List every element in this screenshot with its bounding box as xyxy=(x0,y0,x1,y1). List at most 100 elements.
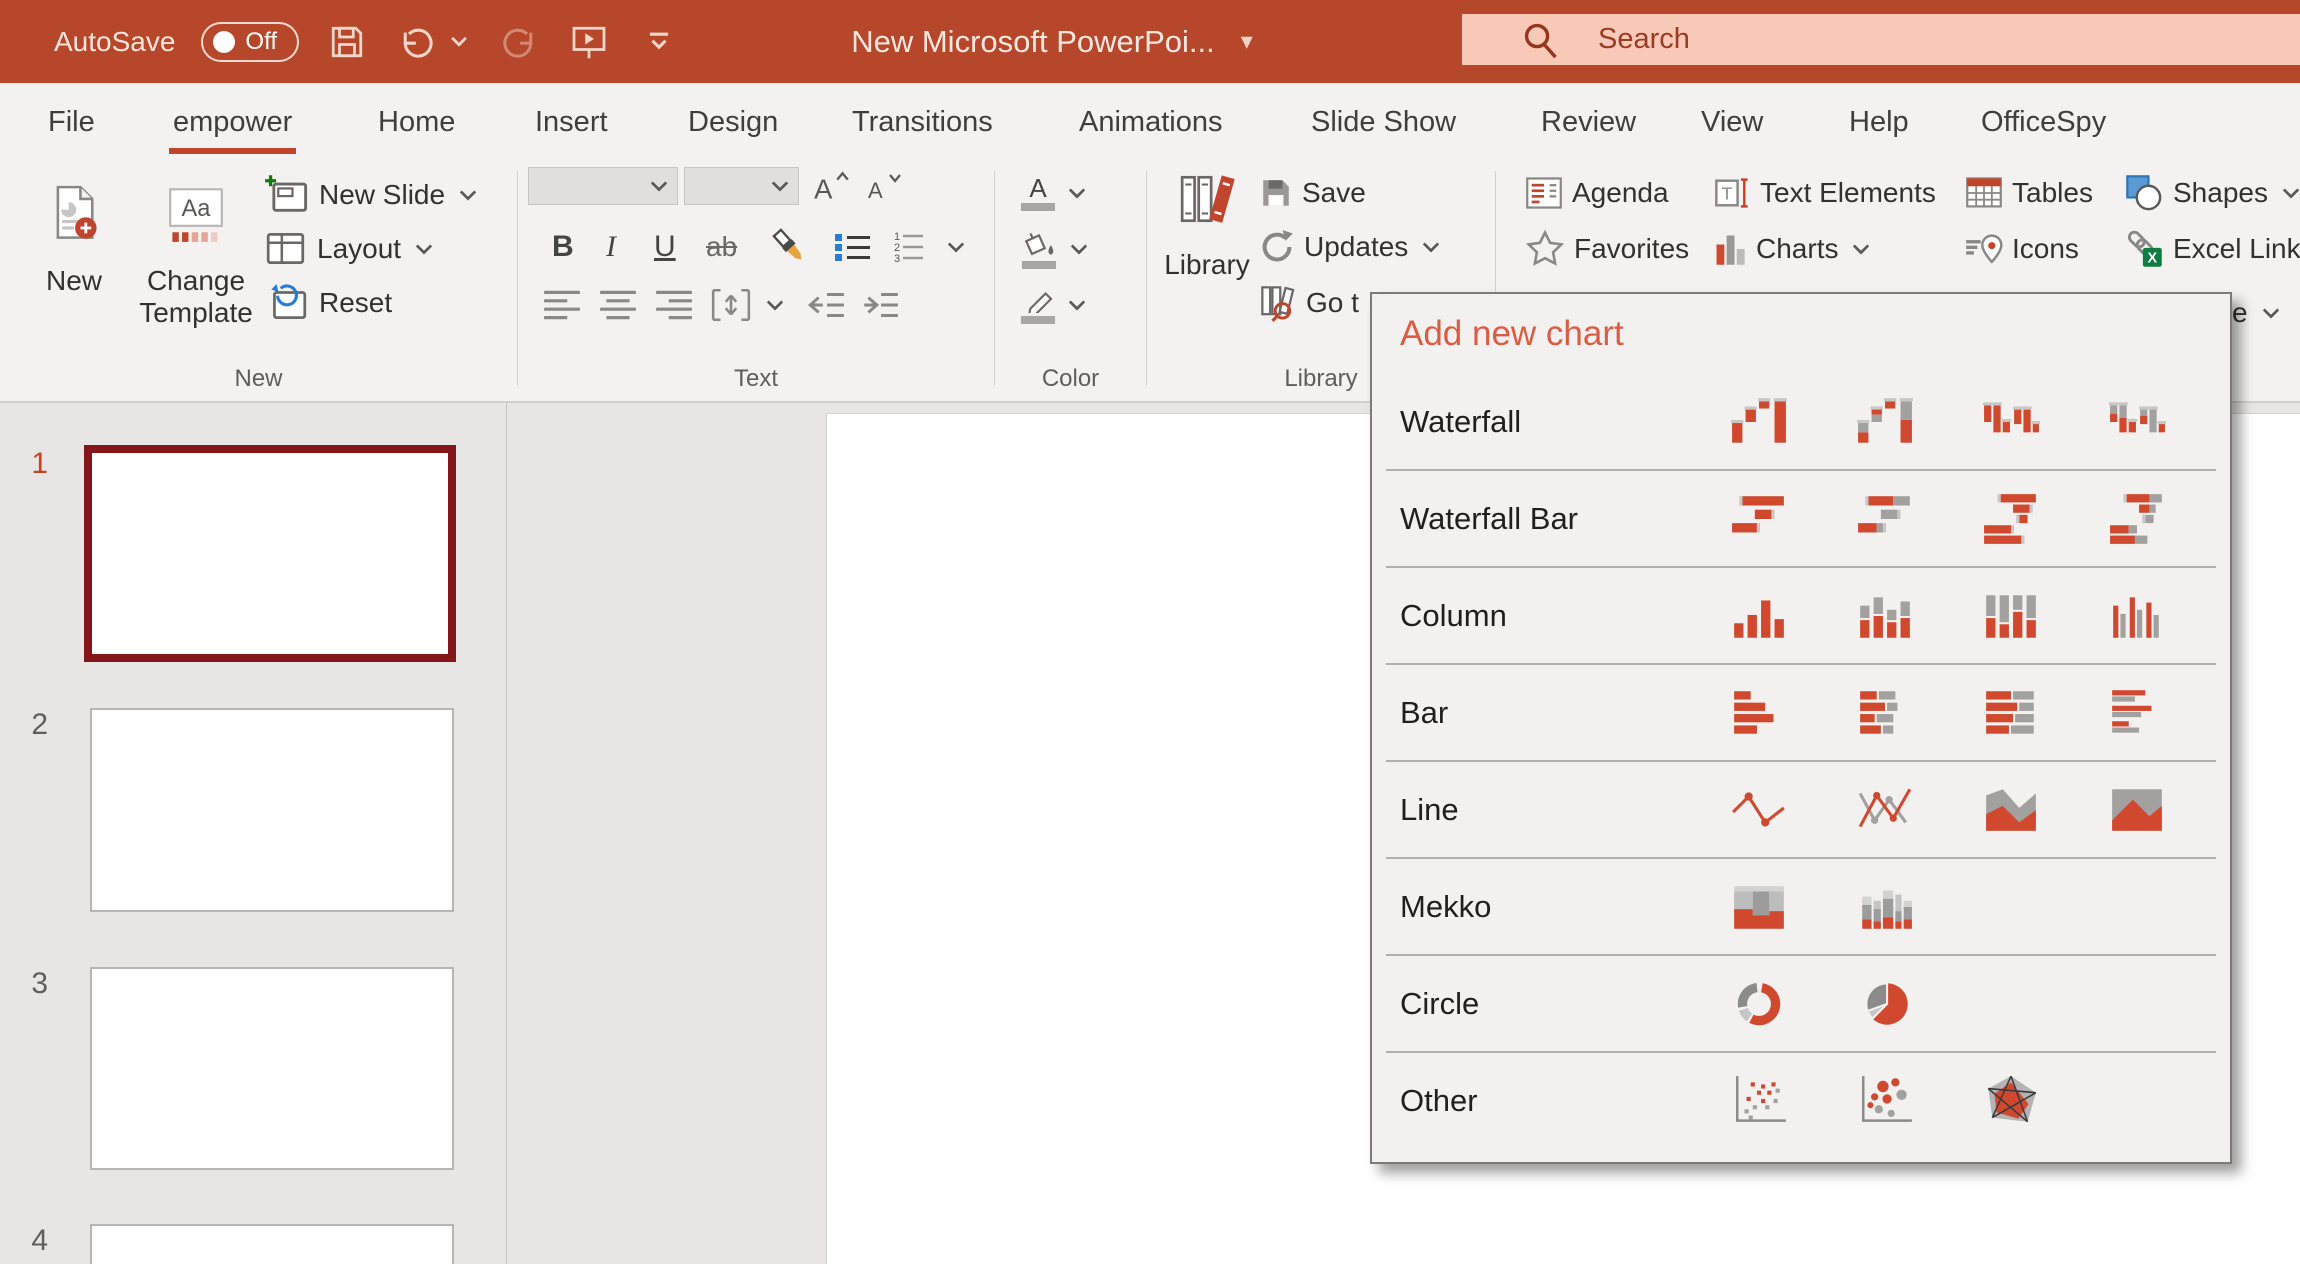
column-4-icon[interactable] xyxy=(2107,588,2167,644)
tab-transitions[interactable]: Transitions xyxy=(848,83,997,161)
undo-menu-chevron-icon[interactable] xyxy=(447,20,471,64)
library-goto-button[interactable]: Go t xyxy=(1259,279,1359,327)
chart-row-waterfall-bar: Waterfall Bar xyxy=(1372,471,2230,566)
column-2-icon[interactable] xyxy=(1855,588,1915,644)
waterfall-bar-1-icon[interactable] xyxy=(1729,491,1789,547)
charts-button[interactable]: Charts xyxy=(1713,225,1873,273)
undo-icon[interactable] xyxy=(395,20,439,64)
text-elements-button[interactable]: T Text Elements xyxy=(1713,169,1936,217)
slide-thumbnail-3[interactable] xyxy=(90,967,454,1170)
start-slideshow-icon[interactable] xyxy=(567,20,611,64)
customize-quick-access-toolbar-icon[interactable] xyxy=(637,20,681,64)
tab-file[interactable]: File xyxy=(44,83,99,161)
tab-insert[interactable]: Insert xyxy=(531,83,612,161)
line-2-icon[interactable] xyxy=(1855,782,1915,838)
favorites-button[interactable]: Favorites xyxy=(1525,225,1689,273)
column-1-icon[interactable] xyxy=(1729,588,1789,644)
fill-color-button[interactable] xyxy=(1021,227,1091,271)
line-spacing-button[interactable] xyxy=(710,281,787,329)
quick-save-icon[interactable] xyxy=(325,20,369,64)
align-right-button[interactable] xyxy=(654,281,694,329)
line-1-icon[interactable] xyxy=(1729,782,1789,838)
tables-label: Tables xyxy=(2012,177,2093,208)
grow-font-button[interactable]: A xyxy=(812,163,852,211)
circle-donut-icon[interactable] xyxy=(1729,976,1789,1032)
bar-3-icon[interactable] xyxy=(1981,685,2041,741)
underline-button[interactable]: U xyxy=(654,223,676,271)
waterfall-bar-3-icon[interactable] xyxy=(1981,491,2041,547)
slide-thumbnail-2[interactable] xyxy=(90,708,454,912)
scatter-chart-icon[interactable] xyxy=(1729,1073,1789,1129)
list-options-chevron[interactable] xyxy=(944,223,968,271)
decrease-indent-button[interactable] xyxy=(806,281,846,329)
align-left-button[interactable] xyxy=(542,281,582,329)
waterfall-1-icon[interactable] xyxy=(1729,394,1789,450)
strikethrough-button[interactable]: ab xyxy=(706,223,737,271)
waterfall-bar-4-icon[interactable] xyxy=(2107,491,2167,547)
tab-home[interactable]: Home xyxy=(374,83,459,161)
circle-pie-icon[interactable] xyxy=(1855,976,1915,1032)
column-3-icon[interactable] xyxy=(1981,588,2041,644)
tables-button[interactable]: Tables xyxy=(1965,169,2093,217)
bar-2-icon[interactable] xyxy=(1855,685,1915,741)
slide-thumbnail-4[interactable] xyxy=(90,1224,454,1264)
line-spacing-icon xyxy=(710,287,752,323)
new-presentation-button[interactable]: New xyxy=(26,167,122,363)
waterfall-bar-2-icon[interactable] xyxy=(1855,491,1915,547)
tab-help[interactable]: Help xyxy=(1845,83,1913,161)
increase-indent-button[interactable] xyxy=(860,281,900,329)
font-color-button[interactable]: A xyxy=(1021,171,1089,215)
excel-link-button[interactable]: X Excel Link xyxy=(2124,225,2300,273)
font-name-combobox[interactable] xyxy=(528,167,678,205)
bar-4-icon[interactable] xyxy=(2107,685,2167,741)
bubble-chart-icon[interactable] xyxy=(1855,1073,1915,1129)
mekko-2-icon[interactable] xyxy=(1855,879,1915,935)
search-box[interactable]: Search xyxy=(1462,14,2300,65)
change-template-button[interactable]: Aa Change Template xyxy=(126,167,266,363)
document-title[interactable]: New Microsoft PowerPoi... ▾ xyxy=(851,0,1253,83)
fill-color-chevron-icon xyxy=(1067,237,1091,261)
clipped-button-chevron-icon xyxy=(2259,301,2283,325)
shrink-font-button[interactable]: A xyxy=(866,163,904,211)
layout-label: Layout xyxy=(317,233,402,264)
library-save-button[interactable]: Save xyxy=(1259,169,1366,217)
fill-color-bar xyxy=(1022,260,1056,269)
waterfall-4-icon[interactable] xyxy=(2107,394,2167,450)
library-button[interactable]: Library xyxy=(1155,161,1259,357)
agenda-button[interactable]: Agenda xyxy=(1525,169,1669,217)
tab-review[interactable]: Review xyxy=(1537,83,1640,161)
numbering-button[interactable]: 123 xyxy=(888,223,928,271)
line-3-icon[interactable] xyxy=(1981,782,2041,838)
group-label-color: Color xyxy=(1041,365,1100,392)
tab-slide-show[interactable]: Slide Show xyxy=(1307,83,1460,161)
radar-chart-icon[interactable] xyxy=(1981,1073,2041,1129)
bold-button[interactable]: B xyxy=(552,223,574,271)
autosave-toggle[interactable]: Off xyxy=(201,21,300,62)
tab-animations[interactable]: Animations xyxy=(1075,83,1226,161)
reset-button[interactable]: Reset xyxy=(264,279,392,327)
mekko-1-icon[interactable] xyxy=(1729,879,1789,935)
updates-icon xyxy=(1259,229,1295,265)
shapes-button[interactable]: Shapes xyxy=(2124,169,2300,217)
slide-thumbnail-1[interactable] xyxy=(84,445,456,662)
clipped-button[interactable]: e xyxy=(2232,289,2283,337)
align-center-button[interactable] xyxy=(598,281,638,329)
line-4-icon[interactable] xyxy=(2107,782,2167,838)
format-painter-button[interactable] xyxy=(770,223,810,271)
waterfall-2-icon[interactable] xyxy=(1855,394,1915,450)
new-slide-button[interactable]: New Slide xyxy=(264,171,480,219)
new-presentation-icon xyxy=(48,185,100,257)
tab-officespy[interactable]: OfficeSpy xyxy=(1977,83,2110,161)
bar-1-icon[interactable] xyxy=(1729,685,1789,741)
tab-view[interactable]: View xyxy=(1697,83,1767,161)
font-size-combobox[interactable] xyxy=(684,167,799,205)
waterfall-3-icon[interactable] xyxy=(1981,394,2041,450)
icons-button[interactable]: Icons xyxy=(1965,225,2079,273)
library-updates-button[interactable]: Updates xyxy=(1259,223,1443,271)
tab-design[interactable]: Design xyxy=(684,83,782,161)
bullets-button[interactable] xyxy=(832,223,874,271)
outline-color-button[interactable] xyxy=(1021,283,1089,327)
tab-empower[interactable]: empower xyxy=(169,83,297,161)
layout-button[interactable]: Layout xyxy=(264,225,436,273)
italic-button[interactable]: I xyxy=(606,223,616,271)
